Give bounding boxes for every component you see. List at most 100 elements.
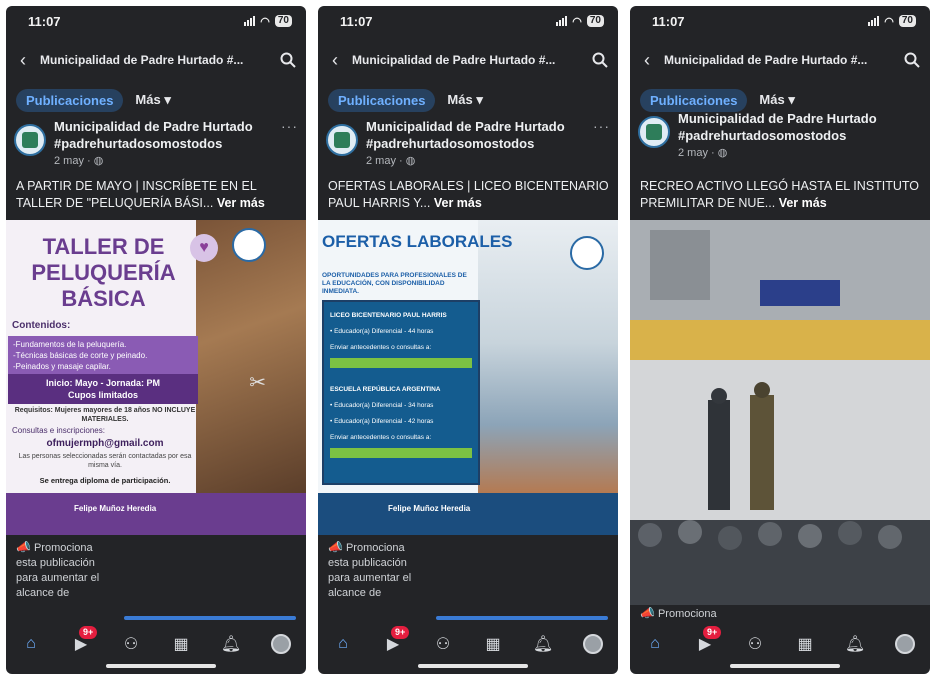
tab-mas-label: Más — [447, 92, 473, 107]
post-date: 2 may — [54, 155, 84, 167]
flyer-ofertas: OFERTAS LABORALES OPORTUNIDADES PARA PRO… — [318, 220, 618, 535]
tab-mas[interactable]: Más ▾ — [759, 92, 794, 108]
post-image[interactable]: ♥ ✂ TALLER DE PELUQUERÍA BÁSICA Contenid… — [6, 220, 306, 535]
video-icon[interactable]: ▶ 9+ — [693, 626, 722, 656]
see-more-link[interactable]: Ver más — [434, 196, 482, 210]
school-1-position: • Educador(a) Diferencial - 44 horas — [330, 328, 434, 335]
flyer-footer: Felipe Muñoz Heredia — [6, 493, 306, 535]
contenido-item: -Peinados y masaje capilar. — [13, 362, 111, 371]
contenido-item: -Fundamentos de la peluquería. — [13, 340, 127, 349]
promote-bar — [124, 616, 296, 620]
post-image[interactable]: OFERTAS LABORALES OPORTUNIDADES PARA PRO… — [318, 220, 618, 535]
send-label: Enviar antecedentes o consultas a: — [330, 344, 432, 351]
globe-icon: ◍ — [405, 155, 416, 167]
municipal-logo — [570, 236, 604, 270]
friends-icon[interactable]: ⚇ — [743, 632, 767, 656]
search-icon[interactable] — [280, 52, 296, 68]
post-meta: 2 may · ◍ — [366, 155, 416, 167]
friends-icon[interactable]: ⚇ — [431, 632, 455, 656]
home-indicator — [106, 664, 216, 668]
globe-icon: ◍ — [717, 147, 728, 159]
promote-label: Promociona — [657, 608, 717, 620]
flyer-contenidos-label: Contenidos: — [12, 320, 71, 331]
back-arrow-icon[interactable]: ‹ — [16, 50, 30, 71]
promote-post[interactable]: 📣 Promociona esta publicación para aument… — [16, 540, 106, 601]
bottom-nav: ⌂ ▶ 9+ ⚇ ▦ 🔔︎ — [630, 626, 930, 662]
page-title: Municipalidad de Padre Hurtado #... — [664, 53, 868, 67]
page-name-line1[interactable]: Municipalidad de Padre Hurtado — [678, 110, 922, 127]
profile-icon[interactable] — [581, 632, 605, 656]
back-arrow-icon[interactable]: ‹ — [640, 50, 654, 71]
tab-mas[interactable]: Más ▾ — [447, 92, 482, 108]
notification-badge: 9+ — [703, 626, 722, 639]
home-icon[interactable]: ⌂ — [331, 632, 355, 656]
event-photo-scene — [630, 220, 930, 605]
bottom-nav: ⌂ ▶ 9+ ⚇ ▦ 🔔︎ — [318, 626, 618, 662]
profile-icon[interactable] — [269, 632, 293, 656]
more-options-icon[interactable]: ··· — [281, 118, 298, 178]
heart-icon: ♥ — [190, 234, 218, 262]
status-bar: 11:07 ◠ 70 — [630, 6, 930, 36]
home-icon[interactable]: ⌂ — [19, 632, 43, 656]
notification-badge: 9+ — [391, 626, 410, 639]
wifi-icon: ◠ — [884, 15, 894, 28]
marketplace-icon[interactable]: ▦ — [481, 632, 505, 656]
signal-icon — [556, 16, 568, 26]
page-avatar[interactable] — [326, 124, 358, 156]
back-arrow-icon[interactable]: ‹ — [328, 50, 342, 71]
home-icon[interactable]: ⌂ — [643, 632, 667, 656]
battery-icon: 70 — [586, 15, 604, 27]
see-more-link[interactable]: Ver más — [217, 196, 265, 210]
status-bar: 11:07 ◠ 70 — [6, 6, 306, 36]
flyer-title: OFERTAS LABORALES — [322, 232, 513, 251]
page-avatar[interactable] — [638, 116, 670, 148]
school-2: ESCUELA REPÚBLICA ARGENTINA — [330, 386, 441, 393]
flyer-contenidos-list: -Fundamentos de la peluquería. -Técnicas… — [8, 336, 198, 375]
page-name-line2[interactable]: #padrehurtadosomostodos — [54, 135, 273, 152]
flyer-inicio: Inicio: Mayo - Jornada: PM Cupos limitad… — [8, 374, 198, 404]
post-header: Municipalidad de Padre Hurtado #padrehur… — [14, 118, 298, 178]
promote-post[interactable]: 📣 Promociona — [640, 606, 840, 622]
search-icon[interactable] — [592, 52, 608, 68]
status-time: 11:07 — [652, 13, 685, 29]
tab-publicaciones[interactable]: Publicaciones — [328, 88, 436, 112]
school-2-position-2: • Educador(a) Diferencial - 42 horas — [330, 418, 434, 425]
page-avatar[interactable] — [14, 124, 46, 156]
bell-icon[interactable]: 🔔︎ — [219, 632, 243, 656]
post-caption: OFERTAS LABORALES | LICEO BICENTENARIO P… — [328, 178, 610, 212]
page-title: Municipalidad de Padre Hurtado #... — [40, 53, 244, 67]
cupos-text: Cupos limitados — [67, 390, 138, 400]
screenshot-panel-1: 11:07 ◠ 70 ‹ Municipalidad de Padre Hurt… — [6, 6, 306, 674]
search-icon[interactable] — [904, 52, 920, 68]
tab-publicaciones[interactable]: Publicaciones — [640, 88, 748, 112]
flyer-offers-box: LICEO BICENTENARIO PAUL HARRIS • Educado… — [322, 300, 480, 485]
more-options-icon[interactable]: ··· — [593, 118, 610, 178]
email-box-2 — [330, 448, 472, 458]
flyer-footer: Felipe Muñoz Heredia — [318, 493, 618, 535]
municipal-logo — [232, 228, 266, 262]
page-name-line1[interactable]: Municipalidad de Padre Hurtado — [54, 118, 273, 135]
see-more-link[interactable]: Ver más — [779, 196, 827, 210]
profile-icon[interactable] — [893, 632, 917, 656]
tab-mas[interactable]: Más ▾ — [135, 92, 170, 108]
status-time: 11:07 — [340, 13, 373, 29]
scissors-icon: ✂ — [249, 372, 266, 394]
page-name-line2[interactable]: #padrehurtadosomostodos — [366, 135, 585, 152]
bottom-nav: ⌂ ▶ 9+ ⚇ ▦ 🔔︎ — [6, 626, 306, 662]
video-icon[interactable]: ▶ 9+ — [69, 626, 98, 656]
marketplace-icon[interactable]: ▦ — [793, 632, 817, 656]
video-icon[interactable]: ▶ 9+ — [381, 626, 410, 656]
page-name-line1[interactable]: Municipalidad de Padre Hurtado — [366, 118, 585, 135]
tab-publicaciones[interactable]: Publicaciones — [16, 88, 124, 112]
post-image[interactable] — [630, 220, 930, 605]
bell-icon[interactable]: 🔔︎ — [531, 632, 555, 656]
battery-icon: 70 — [274, 15, 292, 27]
flyer-diploma: Se entrega diploma de participación. — [39, 476, 171, 485]
page-name-line2[interactable]: #padrehurtadosomostodos — [678, 127, 922, 144]
megaphone-icon: 📣 — [16, 540, 31, 554]
send-label-2: Enviar antecedentes o consultas a: — [330, 434, 432, 441]
marketplace-icon[interactable]: ▦ — [169, 632, 193, 656]
promote-post[interactable]: 📣 Promociona esta publicación para aument… — [328, 540, 418, 601]
friends-icon[interactable]: ⚇ — [119, 632, 143, 656]
bell-icon[interactable]: 🔔︎ — [843, 632, 867, 656]
